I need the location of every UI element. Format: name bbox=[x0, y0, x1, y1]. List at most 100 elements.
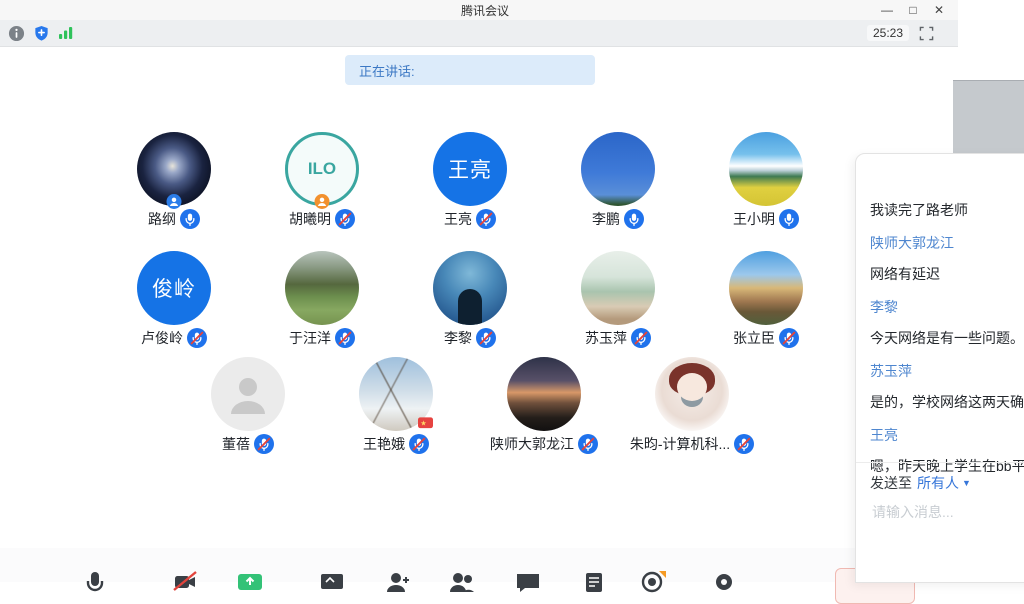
document-button[interactable] bbox=[579, 569, 609, 599]
participant-name: 王亮 bbox=[444, 209, 472, 229]
record-button[interactable] bbox=[637, 569, 667, 599]
mic-muted-icon[interactable] bbox=[779, 328, 799, 348]
send-to-dropdown[interactable]: 所有人 ▼ bbox=[917, 473, 971, 493]
chat-message-input[interactable] bbox=[870, 503, 1024, 521]
fullscreen-icon[interactable] bbox=[919, 26, 934, 41]
participant-name: 李黎 bbox=[444, 328, 472, 348]
participant-tile[interactable]: 苏玉萍 bbox=[544, 251, 692, 349]
mic-muted-icon[interactable] bbox=[631, 328, 651, 348]
participant-name: 李鹏 bbox=[592, 209, 620, 229]
bottom-toolbar bbox=[0, 548, 958, 582]
close-button[interactable]: ✕ bbox=[932, 0, 946, 20]
participant-tile[interactable]: ILO 胡曦明 bbox=[248, 132, 396, 230]
security-shield-icon[interactable] bbox=[33, 25, 50, 42]
whiteboard-button[interactable] bbox=[317, 569, 347, 599]
participant-tile[interactable]: 董蓓 bbox=[174, 357, 322, 455]
window-title: 腾讯会议 bbox=[0, 2, 880, 19]
mic-muted-icon[interactable] bbox=[476, 209, 496, 229]
mic-muted-icon[interactable] bbox=[476, 328, 496, 348]
microphone-button[interactable] bbox=[80, 569, 110, 599]
participant-tile[interactable]: 路纲 bbox=[100, 132, 248, 230]
participant-tile[interactable]: 王亮王亮 bbox=[396, 132, 544, 230]
participant-name-row: 陕师大郭龙江 bbox=[490, 433, 598, 455]
mic-muted-icon[interactable] bbox=[734, 434, 754, 454]
mic-on-icon[interactable] bbox=[180, 209, 200, 229]
settings-button[interactable] bbox=[709, 569, 739, 599]
chat-input-area: 发送至 所有人 ▼ bbox=[856, 462, 1024, 522]
minimize-button[interactable]: — bbox=[880, 0, 894, 20]
participant-name-row: 王小明 bbox=[733, 208, 799, 230]
participant-grid: 路纲 ILO 胡曦明 王亮王亮 李鹏 王小明 俊岭卢俊岭 于汪洋 李黎 苏玉萍 … bbox=[0, 132, 940, 455]
participant-avatar bbox=[433, 251, 507, 325]
screen-share-button[interactable] bbox=[235, 569, 265, 599]
participant-avatar bbox=[211, 357, 285, 431]
participant-tile[interactable]: ★ 王艳娥 bbox=[322, 357, 470, 455]
participant-name-row: 李鹏 bbox=[592, 208, 644, 230]
maximize-button[interactable]: □ bbox=[906, 0, 920, 20]
mic-on-icon[interactable] bbox=[779, 209, 799, 229]
participant-name-row: 于汪洋 bbox=[289, 327, 355, 349]
participant-name-row: 董蓓 bbox=[222, 433, 274, 455]
send-to-label: 发送至 bbox=[870, 473, 912, 493]
participant-avatar bbox=[507, 357, 581, 431]
participant-tile[interactable]: 于汪洋 bbox=[248, 251, 396, 349]
participant-name: 卢俊岭 bbox=[141, 328, 183, 348]
mic-muted-icon[interactable] bbox=[578, 434, 598, 454]
participant-name: 胡曦明 bbox=[289, 209, 331, 229]
participant-tile[interactable]: 李鹏 bbox=[544, 132, 692, 230]
participant-name: 于汪洋 bbox=[289, 328, 331, 348]
participant-tile[interactable]: 张立臣 bbox=[692, 251, 840, 349]
chat-message-text: 今天网络是有一些问题。 bbox=[870, 328, 1024, 348]
participant-name-row: 路纲 bbox=[148, 208, 200, 230]
participant-row: 董蓓 ★ 王艳娥 陕师大郭龙江 朱昀-计算机科... bbox=[0, 357, 940, 455]
mic-muted-icon[interactable] bbox=[335, 209, 355, 229]
members-button[interactable] bbox=[447, 569, 477, 599]
participant-tile[interactable]: 王小明 bbox=[692, 132, 840, 230]
participant-tile[interactable]: 俊岭卢俊岭 bbox=[100, 251, 248, 349]
participant-row: 路纲 ILO 胡曦明 王亮王亮 李鹏 王小明 bbox=[0, 132, 940, 230]
chat-message-text: 网络有延迟 bbox=[870, 264, 1024, 284]
flag-badge-icon: ★ bbox=[418, 415, 433, 430]
window-titlebar: 腾讯会议 — □ ✕ bbox=[0, 0, 958, 21]
participant-tile[interactable]: 李黎 bbox=[396, 251, 544, 349]
svg-text:★: ★ bbox=[420, 419, 426, 427]
invite-button[interactable] bbox=[383, 569, 413, 599]
speaking-banner: 正在讲话: bbox=[345, 55, 595, 85]
participant-avatar bbox=[729, 132, 803, 206]
mic-muted-icon[interactable] bbox=[187, 328, 207, 348]
background-window-edge bbox=[953, 80, 1024, 153]
camera-off-button[interactable] bbox=[170, 569, 200, 599]
mic-muted-icon[interactable] bbox=[409, 434, 429, 454]
chat-button[interactable] bbox=[513, 569, 543, 599]
chat-sender-name: 陕师大郭龙江 bbox=[870, 233, 1024, 253]
participant-name: 董蓓 bbox=[222, 434, 250, 454]
participant-name: 朱昀-计算机科... bbox=[630, 434, 730, 454]
mic-muted-icon[interactable] bbox=[254, 434, 274, 454]
participant-name-row: 王艳娥 bbox=[363, 433, 429, 455]
participant-tile[interactable]: 朱昀-计算机科... bbox=[618, 357, 766, 455]
send-to-value: 所有人 bbox=[917, 473, 959, 493]
participant-avatar bbox=[729, 251, 803, 325]
participant-name-row: 李黎 bbox=[444, 327, 496, 349]
participant-name-row: 苏玉萍 bbox=[585, 327, 651, 349]
mic-muted-icon[interactable] bbox=[335, 328, 355, 348]
mic-on-icon[interactable] bbox=[624, 209, 644, 229]
chat-panel: 我读完了路老师陕师大郭龙江网络有延迟李黎今天网络是有一些问题。苏玉萍是的，学校网… bbox=[855, 153, 1024, 583]
participant-avatar bbox=[581, 132, 655, 206]
participant-avatar bbox=[655, 357, 729, 431]
meeting-timer: 25:23 bbox=[867, 25, 909, 41]
participant-avatar: 王亮 bbox=[433, 132, 507, 206]
speaking-label: 正在讲话: bbox=[345, 61, 415, 80]
cohost-badge-icon bbox=[315, 194, 330, 209]
meeting-info-icon[interactable] bbox=[8, 25, 25, 42]
chat-message-list: 我读完了路老师陕师大郭龙江网络有延迟李黎今天网络是有一些问题。苏玉萍是的，学校网… bbox=[856, 154, 1024, 476]
participant-name: 王艳娥 bbox=[363, 434, 405, 454]
chevron-down-icon: ▼ bbox=[962, 478, 971, 488]
participant-name-row: 朱昀-计算机科... bbox=[630, 433, 754, 455]
network-signal-icon[interactable] bbox=[58, 26, 74, 40]
participant-name: 苏玉萍 bbox=[585, 328, 627, 348]
participant-row: 俊岭卢俊岭 于汪洋 李黎 苏玉萍 张立臣 bbox=[0, 251, 940, 349]
participant-name-row: 胡曦明 bbox=[289, 208, 355, 230]
participant-tile[interactable]: 陕师大郭龙江 bbox=[470, 357, 618, 455]
participant-avatar bbox=[581, 251, 655, 325]
